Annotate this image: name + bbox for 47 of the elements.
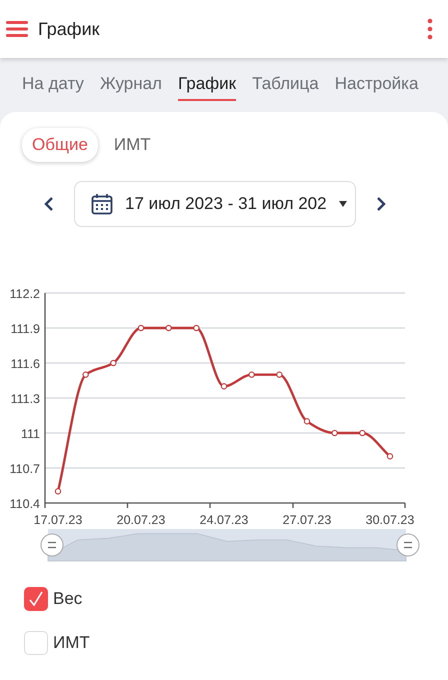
more-options-icon[interactable]: [427, 18, 433, 40]
axis-label: 20.07.23: [116, 513, 166, 527]
chart-point: [220, 383, 228, 390]
check-icon: [28, 591, 44, 607]
chart-point: [193, 324, 200, 332]
axis-label: 27.07.23: [282, 513, 332, 527]
axis-label: 112.2: [10, 287, 40, 301]
axis-label: 17.07.23: [34, 513, 82, 527]
checkbox-label: Вес: [53, 589, 82, 609]
checkbox[interactable]: [24, 587, 48, 611]
axis-label: 110.4: [10, 497, 40, 511]
tab[interactable]: На дату: [22, 69, 84, 101]
next-icon[interactable]: [376, 196, 386, 212]
chart-point: [386, 453, 394, 460]
tab[interactable]: Настройка: [334, 69, 418, 101]
segment-tab[interactable]: Общие: [22, 128, 98, 162]
slider-handle[interactable]: [40, 534, 64, 556]
chart-point: [82, 372, 89, 378]
tab[interactable]: Журнал: [100, 69, 162, 101]
chart-point: [276, 372, 282, 378]
dropdown-caret-icon: [338, 201, 347, 207]
calendar-icon: [91, 193, 113, 215]
axis-label: 110.7: [10, 462, 40, 476]
chart-point: [304, 418, 310, 424]
chart-point: [332, 430, 338, 436]
tab[interactable]: Таблица: [252, 69, 319, 101]
menu-icon[interactable]: [6, 20, 28, 38]
axis-label: 111.9: [10, 322, 40, 336]
chart-point: [110, 360, 116, 366]
date-range-dropdown[interactable]: 17 июл 2023 - 31 июл 202: [74, 181, 356, 227]
chart-point: [248, 372, 255, 378]
chart-point: [166, 324, 172, 332]
chart-point: [138, 324, 144, 332]
axis-label: 30.07.23: [366, 513, 414, 527]
segment-tab[interactable]: ИМТ: [104, 128, 161, 162]
screen-title: График: [38, 18, 100, 40]
axis-label: 111: [20, 427, 40, 441]
chart-point: [54, 488, 62, 494]
previous-icon[interactable]: [44, 196, 54, 212]
axis-label: 111.3: [10, 392, 40, 406]
slider-handle[interactable]: [396, 534, 420, 556]
tab[interactable]: График: [178, 69, 236, 101]
range-slider[interactable]: [48, 529, 406, 562]
checkbox-label: ИМТ: [53, 633, 90, 653]
axis-label: 24.07.23: [200, 513, 248, 527]
chart-point: [359, 430, 366, 436]
axis-label: 111.6: [10, 357, 40, 371]
